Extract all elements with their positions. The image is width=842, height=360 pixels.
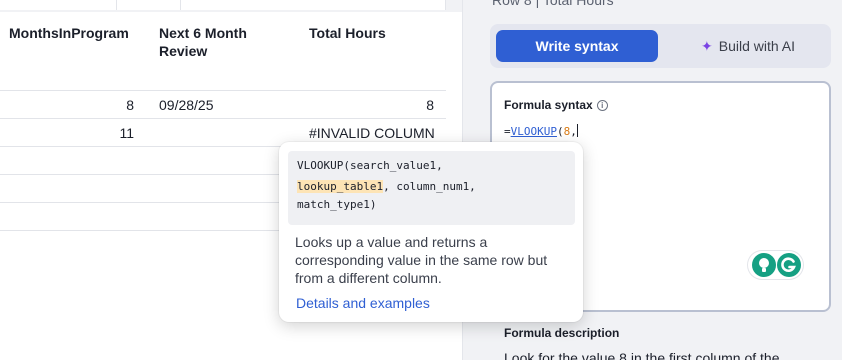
build-with-ai-tab[interactable]: ✦ Build with AI <box>670 30 826 62</box>
column-header-next-review[interactable]: Next 6 Month Review <box>159 24 289 60</box>
formula-syntax-label-text: Formula syntax <box>504 98 593 112</box>
grammarly-icon[interactable] <box>777 253 801 277</box>
write-syntax-tab[interactable]: Write syntax <box>496 30 658 62</box>
cell-months[interactable]: 11 <box>119 119 134 147</box>
signature-line: match_type1) <box>297 198 377 211</box>
active-argument: lookup_table1 <box>297 180 384 193</box>
panel-context-header: Row 8 | Total Hours <box>492 0 614 8</box>
lightbulb-icon[interactable] <box>752 253 776 277</box>
sparkle-icon: ✦ <box>701 37 713 54</box>
column-header-monthsinprogram[interactable]: MonthsInProgram <box>9 24 129 42</box>
function-description: Looks up a value and returns a correspon… <box>295 234 548 286</box>
build-with-ai-label: Build with AI <box>718 38 795 54</box>
formula-description-title: Formula description <box>504 326 620 340</box>
cell-total[interactable]: 8 <box>426 91 434 119</box>
text-cursor <box>576 124 578 137</box>
signature-line: VLOOKUP(search_value1, <box>297 159 443 172</box>
column-header-total-hours[interactable]: Total Hours <box>309 24 386 42</box>
top-strip-cell <box>0 0 117 10</box>
formula-function[interactable]: VLOOKUP <box>511 125 557 138</box>
top-strip-cell <box>181 0 446 10</box>
formula-syntax-label: Formula syntax i <box>504 98 608 112</box>
formula-eq: = <box>504 125 511 138</box>
formula-comma: , <box>570 125 577 138</box>
formula-description-text: Look for the value 8 in the first column… <box>504 350 780 360</box>
cell-review[interactable]: 09/28/25 <box>159 91 214 119</box>
formula-open-paren: ( <box>556 125 564 138</box>
signature-rest: , column_num1, <box>383 180 476 193</box>
signature-line: lookup_table1, column_num1, <box>297 180 476 193</box>
cell-months[interactable]: 8 <box>126 91 134 119</box>
top-strip-cell <box>117 0 181 10</box>
table-row[interactable]: 8 09/28/25 8 <box>0 91 446 119</box>
sheet-top-strip <box>0 0 462 12</box>
formula-input[interactable]: =VLOOKUP(8, <box>504 124 578 138</box>
details-and-examples-link[interactable]: Details and examples <box>296 295 430 311</box>
info-icon[interactable]: i <box>596 99 608 111</box>
